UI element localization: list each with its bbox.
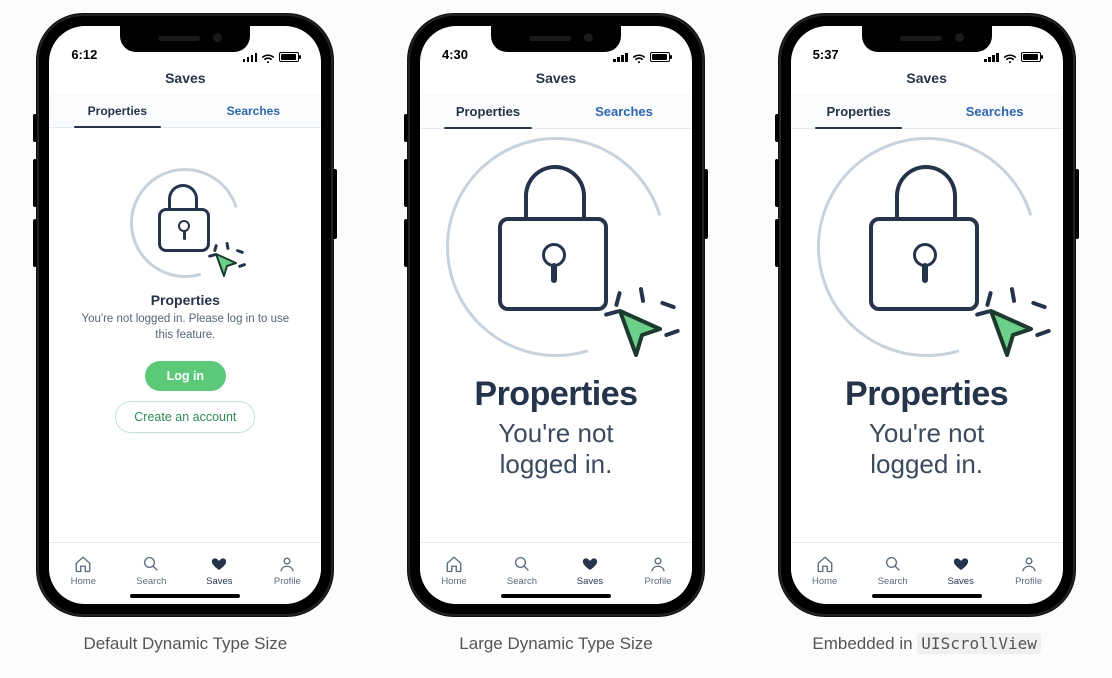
heart-icon xyxy=(581,555,599,573)
empty-body: You're not logged in. xyxy=(490,418,621,480)
tab-properties[interactable]: Properties xyxy=(420,94,556,128)
profile-icon xyxy=(1020,555,1038,573)
wifi-icon xyxy=(632,52,646,62)
scrollable-content[interactable]: Properties You're not logged in. xyxy=(791,129,1063,542)
wifi-icon xyxy=(261,52,275,62)
tab-properties[interactable]: Properties xyxy=(791,94,927,128)
heart-icon xyxy=(952,555,970,573)
page-title: Saves xyxy=(49,64,321,94)
cursor-icon xyxy=(212,250,242,280)
search-icon xyxy=(884,555,902,573)
profile-icon xyxy=(278,555,296,573)
empty-body: You're not logged in. xyxy=(861,418,992,480)
status-time: 5:37 xyxy=(813,47,839,62)
home-indicator[interactable] xyxy=(872,594,982,598)
cellular-icon xyxy=(984,52,999,62)
tab-searches[interactable]: Searches xyxy=(927,94,1063,128)
caption-default: Default Dynamic Type Size xyxy=(83,634,287,654)
tabbar-home[interactable]: Home xyxy=(420,543,488,604)
home-icon xyxy=(816,555,834,573)
phone-default: 6:12 Saves Properties Searches xyxy=(37,14,333,616)
segmented-tabs: Properties Searches xyxy=(420,94,692,129)
lock-illustration xyxy=(446,137,666,357)
tabbar-profile[interactable]: Profile xyxy=(995,543,1063,604)
tab-searches[interactable]: Searches xyxy=(185,94,321,127)
tab-properties[interactable]: Properties xyxy=(49,94,185,127)
caption-large: Large Dynamic Type Size xyxy=(459,634,652,654)
heart-icon xyxy=(210,555,228,573)
page-title: Saves xyxy=(420,64,692,94)
cursor-icon xyxy=(983,303,1043,363)
tabbar-profile[interactable]: Profile xyxy=(253,543,321,604)
tabbar-home[interactable]: Home xyxy=(49,543,117,604)
battery-icon xyxy=(1021,52,1041,62)
empty-heading: Properties xyxy=(474,375,637,414)
empty-heading: Properties xyxy=(845,375,1008,414)
cursor-icon xyxy=(612,303,672,363)
notch xyxy=(120,26,250,52)
lock-illustration xyxy=(817,137,1037,357)
battery-icon xyxy=(279,52,299,62)
cellular-icon xyxy=(613,52,628,62)
home-indicator[interactable] xyxy=(501,594,611,598)
phone-large: 4:30 Saves Properties Searches xyxy=(408,14,704,616)
status-time: 4:30 xyxy=(442,47,468,62)
cellular-icon xyxy=(243,52,258,62)
caption-scrollview: Embedded in UIScrollView xyxy=(812,634,1041,654)
home-icon xyxy=(74,555,92,573)
tab-searches[interactable]: Searches xyxy=(556,94,692,128)
wifi-icon xyxy=(1003,52,1017,62)
status-time: 6:12 xyxy=(71,47,97,62)
phone-scrollview: 5:37 Saves Properties Searches xyxy=(779,14,1075,616)
profile-icon xyxy=(649,555,667,573)
battery-icon xyxy=(650,52,670,62)
search-icon xyxy=(142,555,160,573)
notch xyxy=(491,26,621,52)
notch xyxy=(862,26,992,52)
lock-illustration xyxy=(130,168,240,278)
create-account-button[interactable]: Create an account xyxy=(115,401,255,433)
empty-heading: Properties xyxy=(151,292,220,308)
page-title: Saves xyxy=(791,64,1063,94)
segmented-tabs: Properties Searches xyxy=(49,94,321,128)
home-indicator[interactable] xyxy=(130,594,240,598)
segmented-tabs: Properties Searches xyxy=(791,94,1063,129)
search-icon xyxy=(513,555,531,573)
home-icon xyxy=(445,555,463,573)
tabbar-home[interactable]: Home xyxy=(791,543,859,604)
empty-body: You're not logged in. Please log in to u… xyxy=(49,312,321,343)
login-button[interactable]: Log in xyxy=(145,361,227,391)
tabbar-profile[interactable]: Profile xyxy=(624,543,692,604)
